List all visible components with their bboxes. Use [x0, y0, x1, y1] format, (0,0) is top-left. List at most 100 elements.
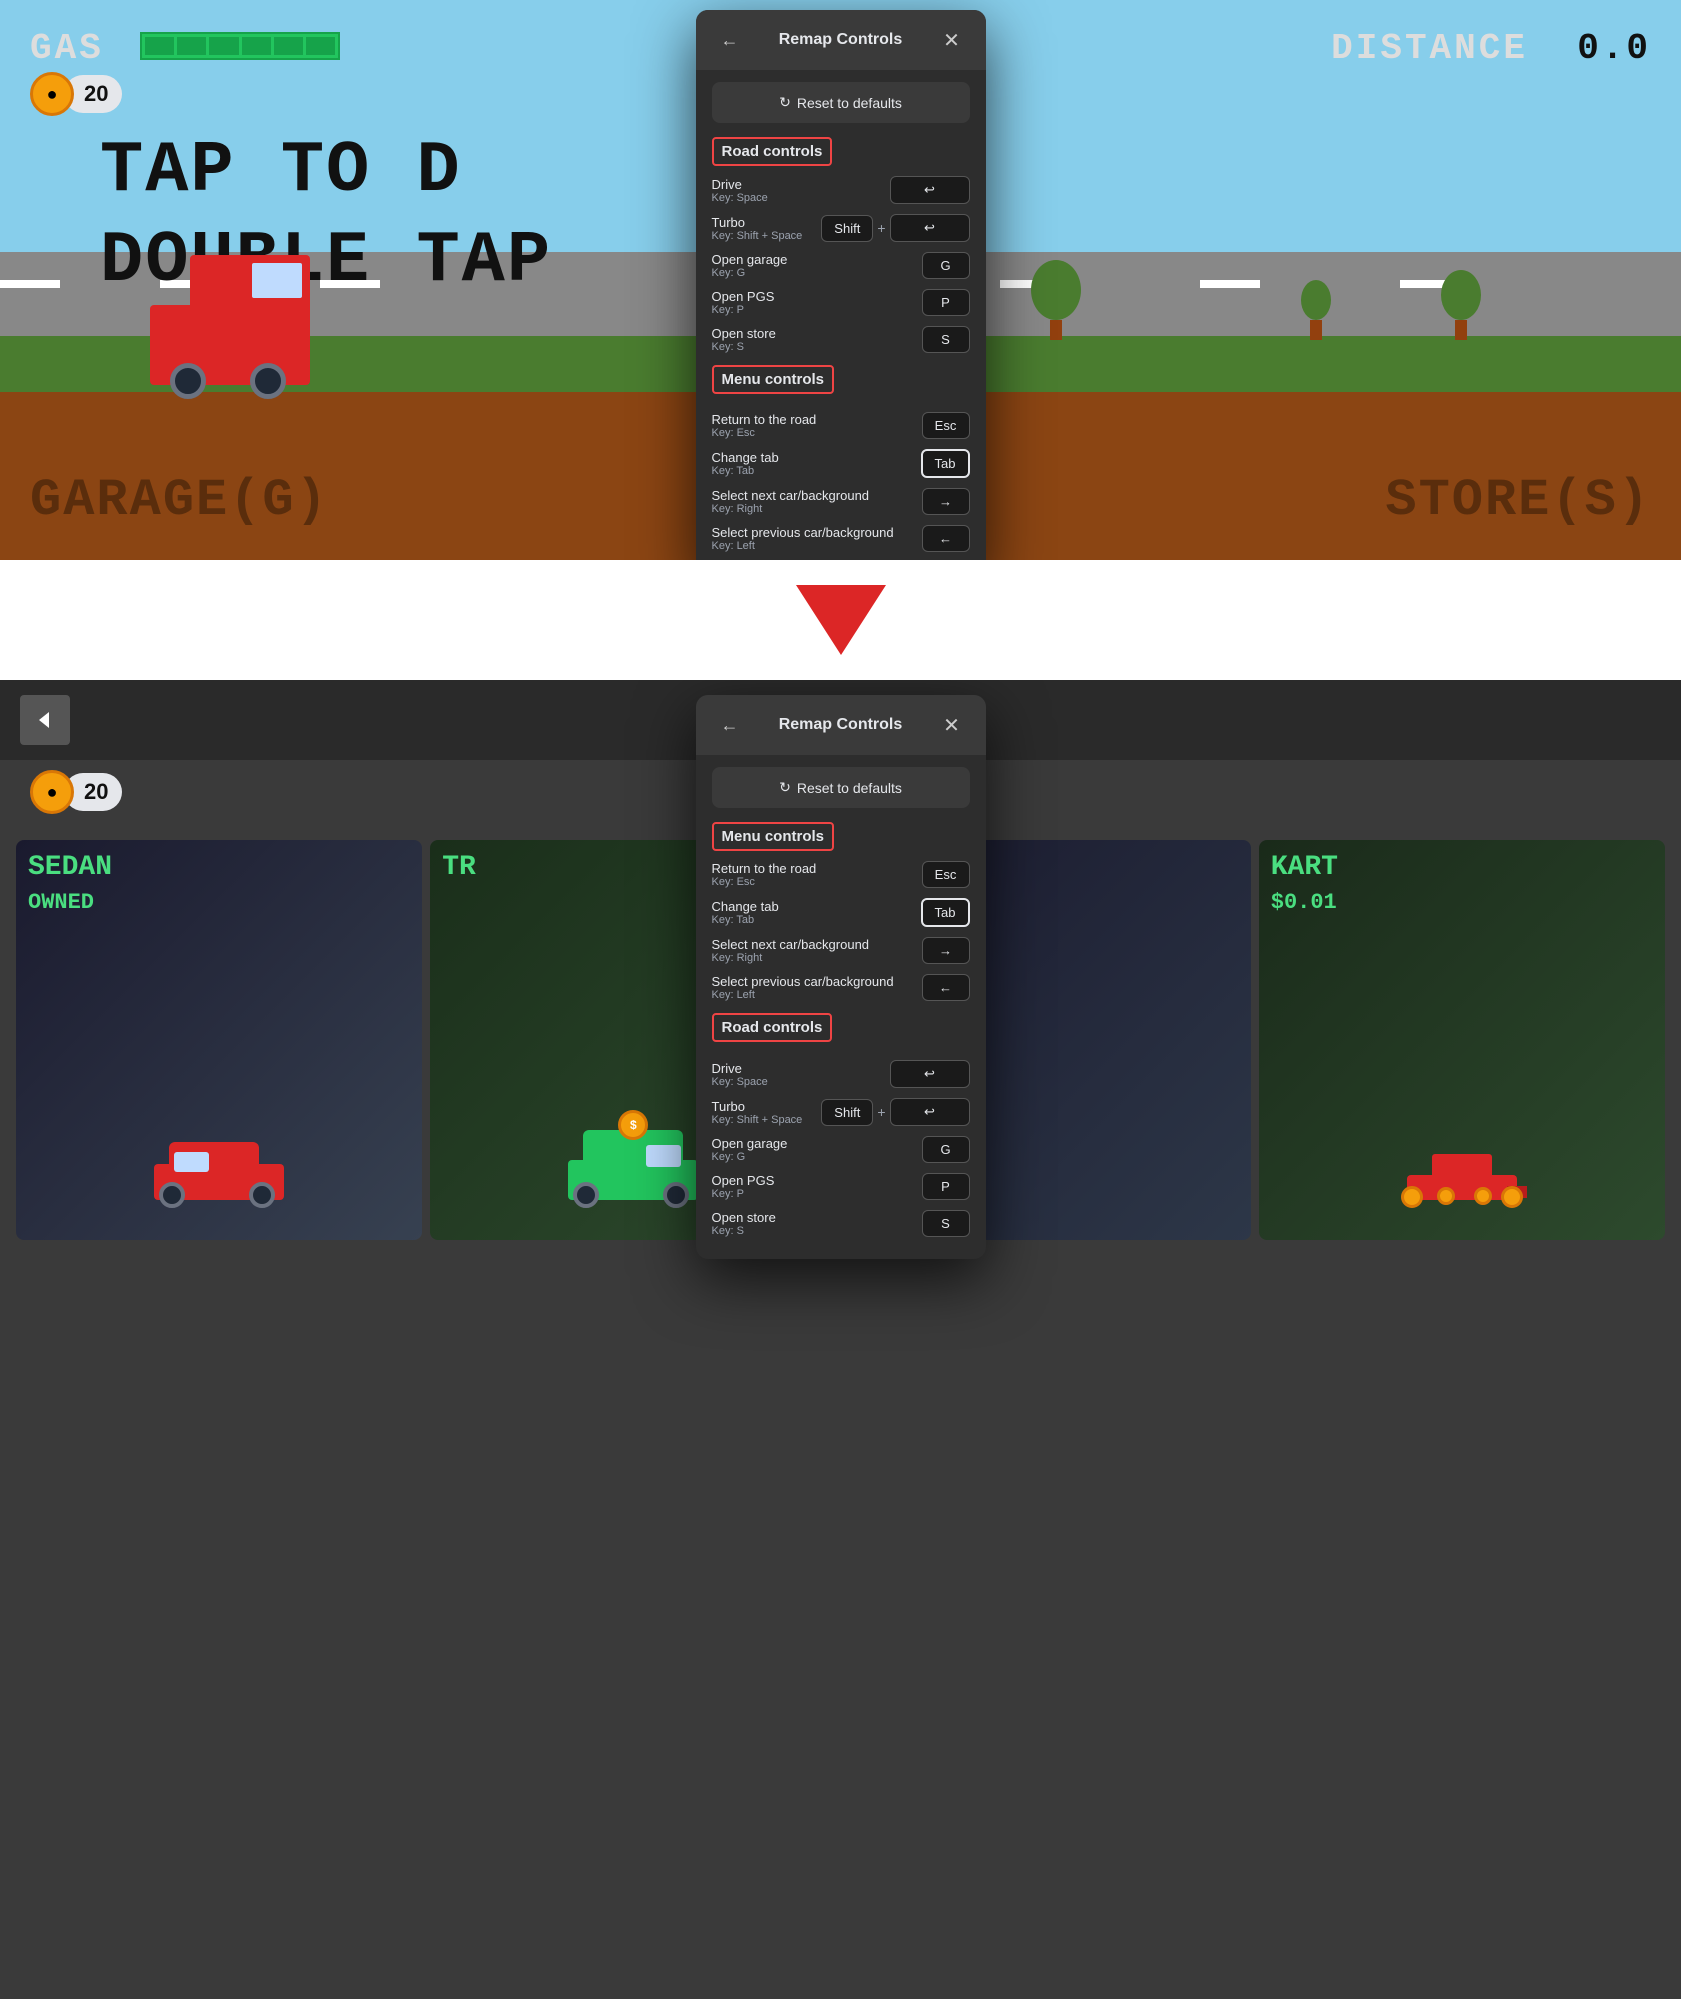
- key-button-p-bottom[interactable]: P: [922, 1173, 970, 1200]
- control-name: Change tab: [712, 450, 779, 465]
- control-info: Open store Key: S: [712, 1210, 776, 1237]
- control-info: Turbo Key: Shift + Space: [712, 1099, 803, 1126]
- key-button-shift[interactable]: Shift: [821, 215, 873, 242]
- control-key-hint: Key: Shift + Space: [712, 1114, 803, 1126]
- control-name: Drive: [712, 1061, 768, 1076]
- control-row-turbo: Turbo Key: Shift + Space Shift + ↩: [712, 214, 970, 242]
- reset-defaults-button-bottom[interactable]: ↻ Reset to defaults: [712, 767, 970, 808]
- control-row-store-bottom: Open store Key: S S: [712, 1210, 970, 1237]
- control-info-turbo: Turbo Key: Shift + Space: [712, 215, 803, 242]
- control-name: Turbo: [712, 1099, 803, 1114]
- control-name: Return to the road: [712, 861, 817, 876]
- key-button-g[interactable]: G: [922, 252, 970, 279]
- control-name: Select next car/background: [712, 937, 870, 952]
- control-row-garage: Open garage Key: G G: [712, 252, 970, 279]
- road-controls-section-label-bottom: Road controls: [712, 1013, 833, 1042]
- key-button-left[interactable]: ←: [922, 525, 970, 552]
- key-button-p[interactable]: P: [922, 289, 970, 316]
- control-name: Return to the road: [712, 412, 817, 427]
- modal-header: ← Remap Controls ✕: [696, 10, 986, 70]
- control-key-hint: Key: P: [712, 304, 775, 316]
- control-row-return: Return to the road Key: Esc Esc: [712, 412, 970, 439]
- key-button-shift-bottom[interactable]: Shift: [821, 1099, 873, 1126]
- remap-controls-modal-bottom: ← Remap Controls ✕ ↻ Reset to defaults M…: [696, 695, 986, 1259]
- control-row-next-bottom: Select next car/background Key: Right →: [712, 937, 970, 964]
- modal-close-button-bottom[interactable]: ✕: [938, 711, 966, 739]
- control-name: Select next car/background: [712, 488, 870, 503]
- control-name: Open PGS: [712, 289, 775, 304]
- key-button-drive-bottom[interactable]: ↩: [890, 1060, 970, 1088]
- control-row-prev: Select previous car/background Key: Left…: [712, 525, 970, 552]
- control-key-hint: Key: Space: [712, 1076, 768, 1088]
- modal-back-button-bottom[interactable]: ←: [716, 711, 744, 739]
- key-button-space-bottom[interactable]: ↩: [890, 1098, 970, 1126]
- key-button-s[interactable]: S: [922, 326, 970, 353]
- plus-sign: +: [877, 220, 885, 236]
- control-info-garage: Open garage Key: G: [712, 252, 788, 279]
- plus-sign: +: [877, 1104, 885, 1120]
- key-combo-turbo: Shift + ↩: [821, 214, 969, 242]
- control-key-hint: Key: Esc: [712, 427, 817, 439]
- control-info-store: Open store Key: S: [712, 326, 776, 353]
- control-row-turbo-bottom: Turbo Key: Shift + Space Shift + ↩: [712, 1098, 970, 1126]
- control-name: Open garage: [712, 1136, 788, 1151]
- control-row-return-bottom: Return to the road Key: Esc Esc: [712, 861, 970, 888]
- key-button-s-bottom[interactable]: S: [922, 1210, 970, 1237]
- control-row-drive-bottom: Drive Key: Space ↩: [712, 1060, 970, 1088]
- control-name: Open garage: [712, 252, 788, 267]
- control-key-hint: Key: Space: [712, 192, 768, 204]
- key-button-drive[interactable]: ↩: [890, 176, 970, 204]
- control-key-hint: Key: S: [712, 1225, 776, 1237]
- arrow-divider: [0, 560, 1681, 680]
- control-row-pgs: Open PGS Key: P P: [712, 289, 970, 316]
- control-info: Open garage Key: G: [712, 1136, 788, 1163]
- key-button-right[interactable]: →: [922, 488, 970, 515]
- control-name: Change tab: [712, 899, 779, 914]
- control-row-garage-bottom: Open garage Key: G G: [712, 1136, 970, 1163]
- control-info-change-tab: Change tab Key: Tab: [712, 450, 779, 477]
- control-name: Open store: [712, 1210, 776, 1225]
- modal-header-bottom: ← Remap Controls ✕: [696, 695, 986, 755]
- control-key-hint: Key: Left: [712, 989, 894, 1001]
- control-key-hint: Key: Esc: [712, 876, 817, 888]
- control-info: Select previous car/background Key: Left: [712, 974, 894, 1001]
- reset-icon-bottom: ↻: [779, 779, 791, 796]
- reset-defaults-button[interactable]: ↻ Reset to defaults: [712, 82, 970, 123]
- key-button-esc-bottom[interactable]: Esc: [922, 861, 970, 888]
- control-key-hint: Key: Left: [712, 540, 894, 552]
- top-modal-overlay: ← Remap Controls ✕ ↻ Reset to defaults R…: [0, 0, 1681, 560]
- control-info-drive: Drive Key: Space: [712, 177, 768, 204]
- control-key-hint: Key: Right: [712, 503, 870, 515]
- remap-controls-modal-top: ← Remap Controls ✕ ↻ Reset to defaults R…: [696, 10, 986, 560]
- modal-title: Remap Controls: [744, 31, 938, 49]
- key-button-tab-bottom[interactable]: Tab: [921, 898, 970, 927]
- control-row-store: Open store Key: S S: [712, 326, 970, 353]
- control-row-change-tab-bottom: Change tab Key: Tab Tab: [712, 898, 970, 927]
- control-key-hint: Key: G: [712, 1151, 788, 1163]
- control-info-pgs: Open PGS Key: P: [712, 289, 775, 316]
- control-key-hint: Key: Shift + Space: [712, 230, 803, 242]
- key-button-g-bottom[interactable]: G: [922, 1136, 970, 1163]
- control-row-drive: Drive Key: Space ↩: [712, 176, 970, 204]
- key-button-left-bottom[interactable]: ←: [922, 974, 970, 1001]
- control-name: Open store: [712, 326, 776, 341]
- modal-body-bottom: ↻ Reset to defaults Menu controls Return…: [696, 755, 986, 1259]
- control-info-return: Return to the road Key: Esc: [712, 412, 817, 439]
- menu-controls-section-label-bottom: Menu controls: [712, 822, 835, 851]
- control-info-next: Select next car/background Key: Right: [712, 488, 870, 515]
- key-button-tab[interactable]: Tab: [921, 449, 970, 478]
- control-info-prev: Select previous car/background Key: Left: [712, 525, 894, 552]
- modal-back-button[interactable]: ←: [716, 26, 744, 54]
- menu-controls-section-label: Menu controls: [712, 365, 835, 394]
- control-key-hint: Key: G: [712, 267, 788, 279]
- top-game-screen: GAS ● 20 DISTANCE 0.0 TAP TO D DOUBLE TA…: [0, 0, 1681, 560]
- key-button-right-bottom[interactable]: →: [922, 937, 970, 964]
- modal-close-button[interactable]: ✕: [938, 26, 966, 54]
- control-key-hint: Key: Tab: [712, 465, 779, 477]
- key-button-space[interactable]: ↩: [890, 214, 970, 242]
- control-name: Turbo: [712, 215, 803, 230]
- road-controls-section-label: Road controls: [712, 137, 833, 166]
- key-button-esc[interactable]: Esc: [922, 412, 970, 439]
- control-row-prev-bottom: Select previous car/background Key: Left…: [712, 974, 970, 1001]
- control-info: Return to the road Key: Esc: [712, 861, 817, 888]
